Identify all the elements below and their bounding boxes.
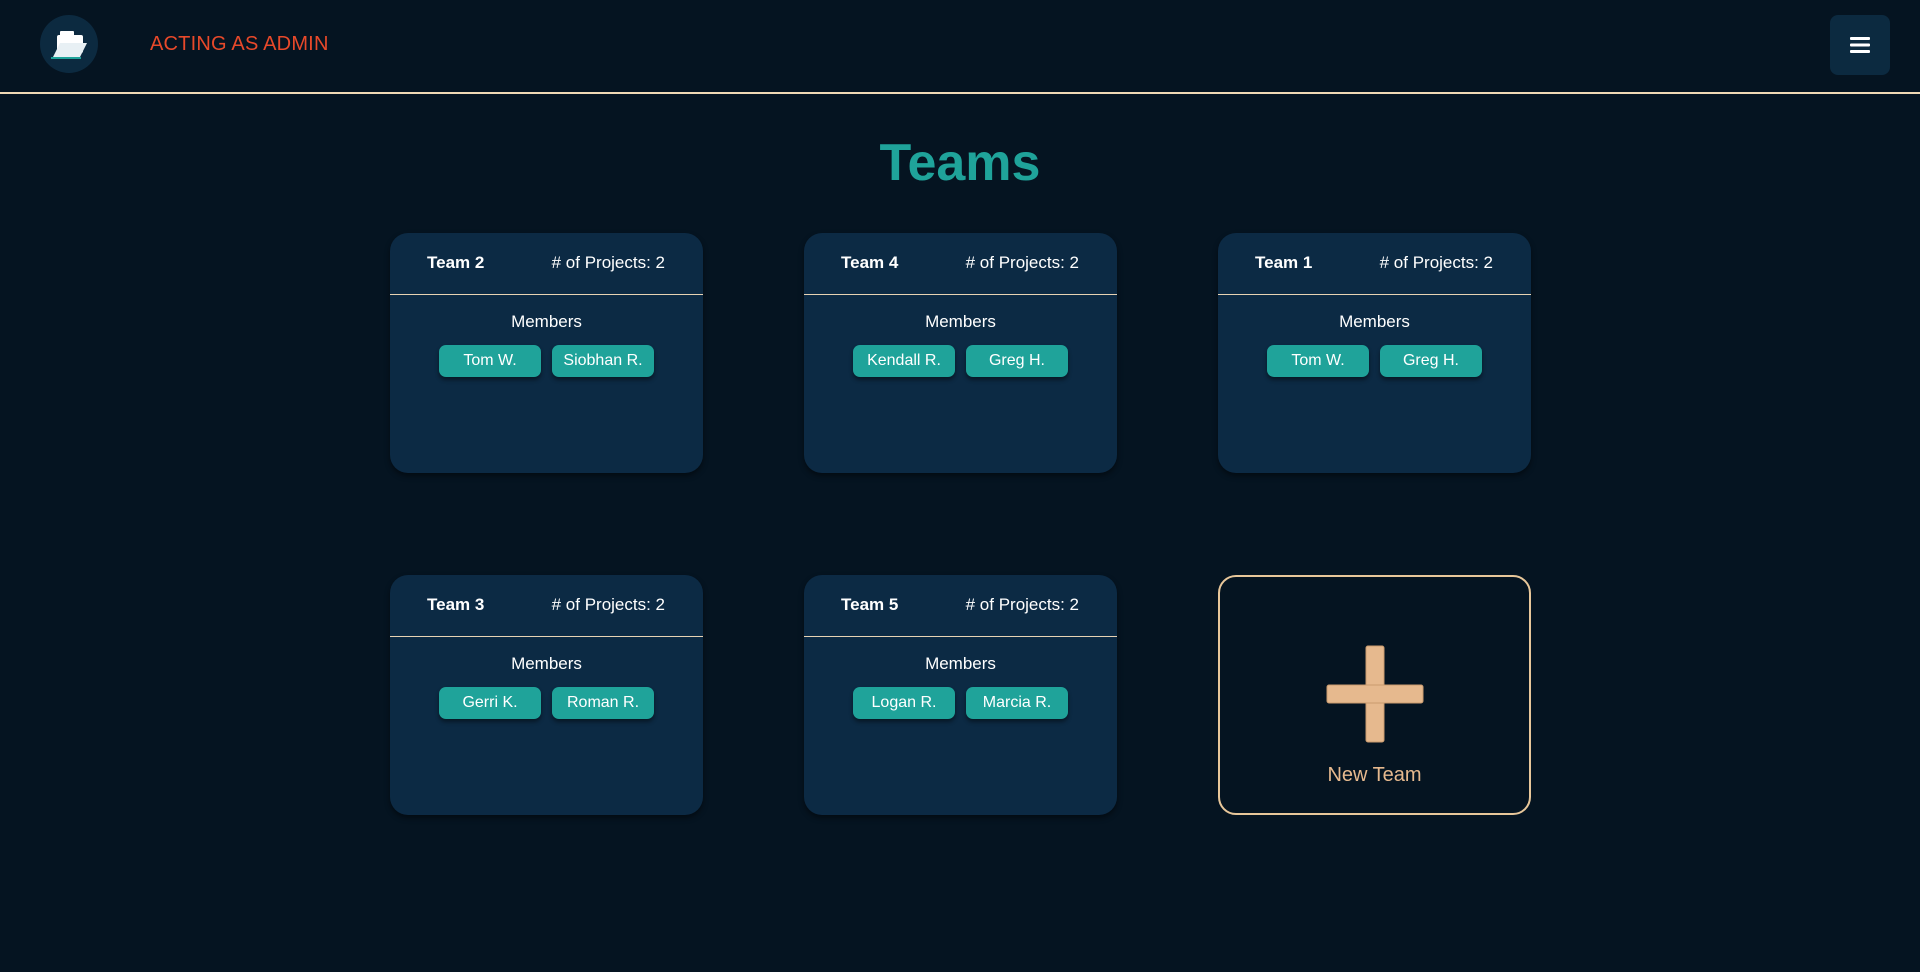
member-chip[interactable]: Siobhan R.	[552, 345, 654, 377]
folder-icon	[51, 31, 87, 59]
member-list: Kendall R. Greg H.	[804, 345, 1117, 377]
app-logo[interactable]	[40, 15, 98, 73]
member-chip[interactable]: Gerri K.	[439, 687, 541, 719]
team-name: Team 3	[427, 595, 485, 614]
top-bar: ACTING AS ADMIN	[0, 0, 1920, 94]
member-chip[interactable]: Logan R.	[853, 687, 955, 719]
team-name: Team 1	[1255, 253, 1313, 272]
member-chip[interactable]: Roman R.	[552, 687, 654, 719]
member-chip[interactable]: Tom W.	[1267, 345, 1369, 377]
new-team-label: New Team	[1327, 764, 1422, 786]
member-list: Tom W. Siobhan R.	[390, 345, 703, 377]
team-card-header: Team 1 # of Projects: 2	[1218, 233, 1531, 295]
member-chip[interactable]: Kendall R.	[853, 345, 955, 377]
team-card-header: Team 2 # of Projects: 2	[390, 233, 703, 295]
project-count: # of Projects: 2	[965, 595, 1079, 614]
project-count: # of Projects: 2	[551, 595, 665, 614]
team-name: Team 5	[841, 595, 899, 614]
team-card[interactable]: Team 4 # of Projects: 2 Members Kendall …	[804, 233, 1117, 473]
team-card[interactable]: Team 1 # of Projects: 2 Members Tom W. G…	[1218, 233, 1531, 473]
members-heading: Members	[925, 654, 996, 673]
member-chip[interactable]: Marcia R.	[966, 687, 1068, 719]
members-heading: Members	[511, 654, 582, 673]
new-team-button[interactable]: New Team	[1218, 575, 1531, 815]
member-chip[interactable]: Tom W.	[439, 345, 541, 377]
team-card-header: Team 3 # of Projects: 2	[390, 575, 703, 637]
hamburger-menu-icon	[1850, 37, 1870, 53]
team-name: Team 4	[841, 253, 899, 272]
team-card-header: Team 5 # of Projects: 2	[804, 575, 1117, 637]
page-title: Teams	[879, 134, 1041, 192]
project-count: # of Projects: 2	[1379, 253, 1493, 272]
project-count: # of Projects: 2	[551, 253, 665, 272]
members-heading: Members	[511, 312, 582, 331]
member-chip[interactable]: Greg H.	[966, 345, 1068, 377]
member-chip[interactable]: Greg H.	[1380, 345, 1482, 377]
team-card[interactable]: Team 3 # of Projects: 2 Members Gerri K.…	[390, 575, 703, 815]
member-list: Tom W. Greg H.	[1218, 345, 1531, 377]
member-list: Logan R. Marcia R.	[804, 687, 1117, 719]
menu-button[interactable]	[1830, 15, 1890, 75]
team-name: Team 2	[427, 253, 485, 272]
team-card-header: Team 4 # of Projects: 2	[804, 233, 1117, 295]
team-card[interactable]: Team 2 # of Projects: 2 Members Tom W. S…	[390, 233, 703, 473]
plus-icon	[1326, 645, 1424, 743]
members-heading: Members	[925, 312, 996, 331]
acting-as-admin-label: ACTING AS ADMIN	[150, 33, 329, 55]
project-count: # of Projects: 2	[965, 253, 1079, 272]
members-heading: Members	[1339, 312, 1410, 331]
team-card[interactable]: Team 5 # of Projects: 2 Members Logan R.…	[804, 575, 1117, 815]
member-list: Gerri K. Roman R.	[390, 687, 703, 719]
